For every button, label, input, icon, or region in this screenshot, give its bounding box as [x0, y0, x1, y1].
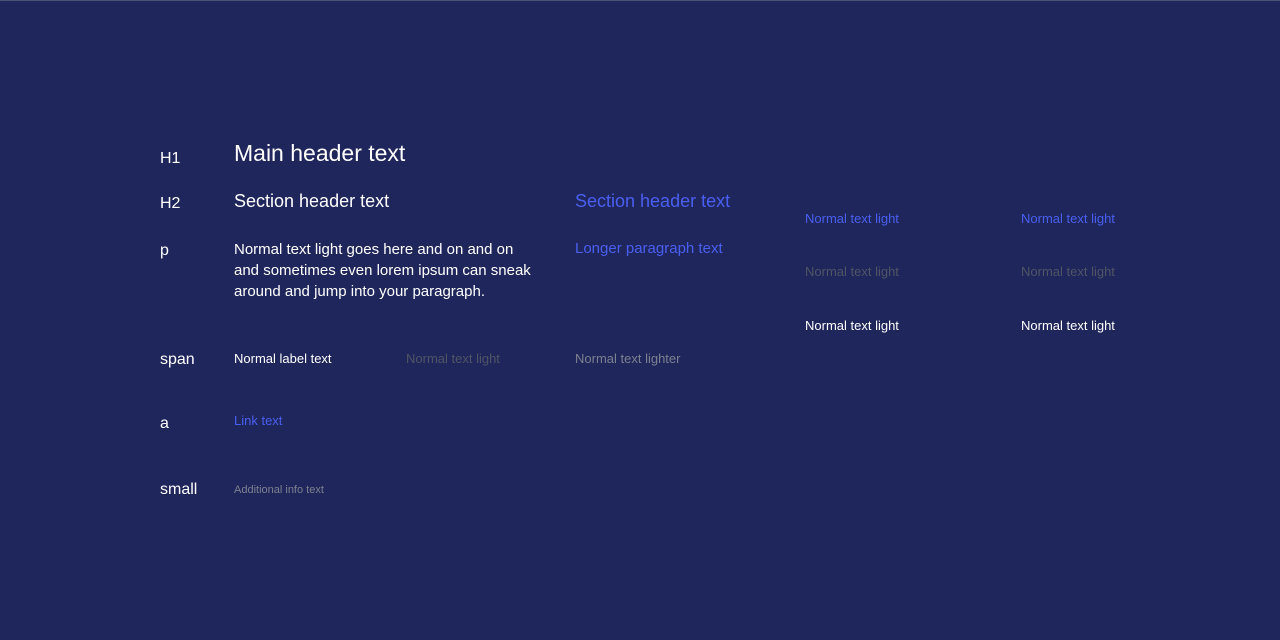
row-label-p: p [160, 242, 169, 259]
span-light-text: Normal text light [406, 351, 500, 366]
span-lighter-text: Normal text lighter [575, 351, 681, 366]
row-label-h1: H1 [160, 150, 181, 167]
row-label-h2: H2 [160, 195, 181, 212]
top-divider [0, 0, 1280, 1]
paragraph-text: Normal text light goes here and on and o… [234, 241, 531, 300]
swatch-muted-2: Normal text light [1021, 264, 1115, 279]
row-label-span: span [160, 351, 195, 368]
row-label-a: a [160, 415, 169, 432]
link-text[interactable]: Link text [234, 414, 282, 427]
swatch-muted-1: Normal text light [805, 264, 899, 279]
row-label-small: small [160, 481, 198, 498]
small-info-text: Additional info text [234, 484, 324, 496]
swatch-white-2: Normal text light [1021, 318, 1115, 333]
swatch-accent-1: Normal text light [805, 211, 899, 226]
typography-style-guide: H1 H2 p span a small Main header text Se… [0, 0, 1280, 640]
section-header-text-accent: Section header text [575, 191, 731, 211]
swatch-white-1: Normal text light [805, 318, 899, 333]
section-header-text: Section header text [234, 191, 390, 211]
paragraph-text-accent: Longer paragraph text [575, 240, 723, 257]
main-header-text: Main header text [234, 140, 406, 166]
swatch-accent-2: Normal text light [1021, 211, 1115, 226]
span-label-text: Normal label text [234, 351, 332, 366]
